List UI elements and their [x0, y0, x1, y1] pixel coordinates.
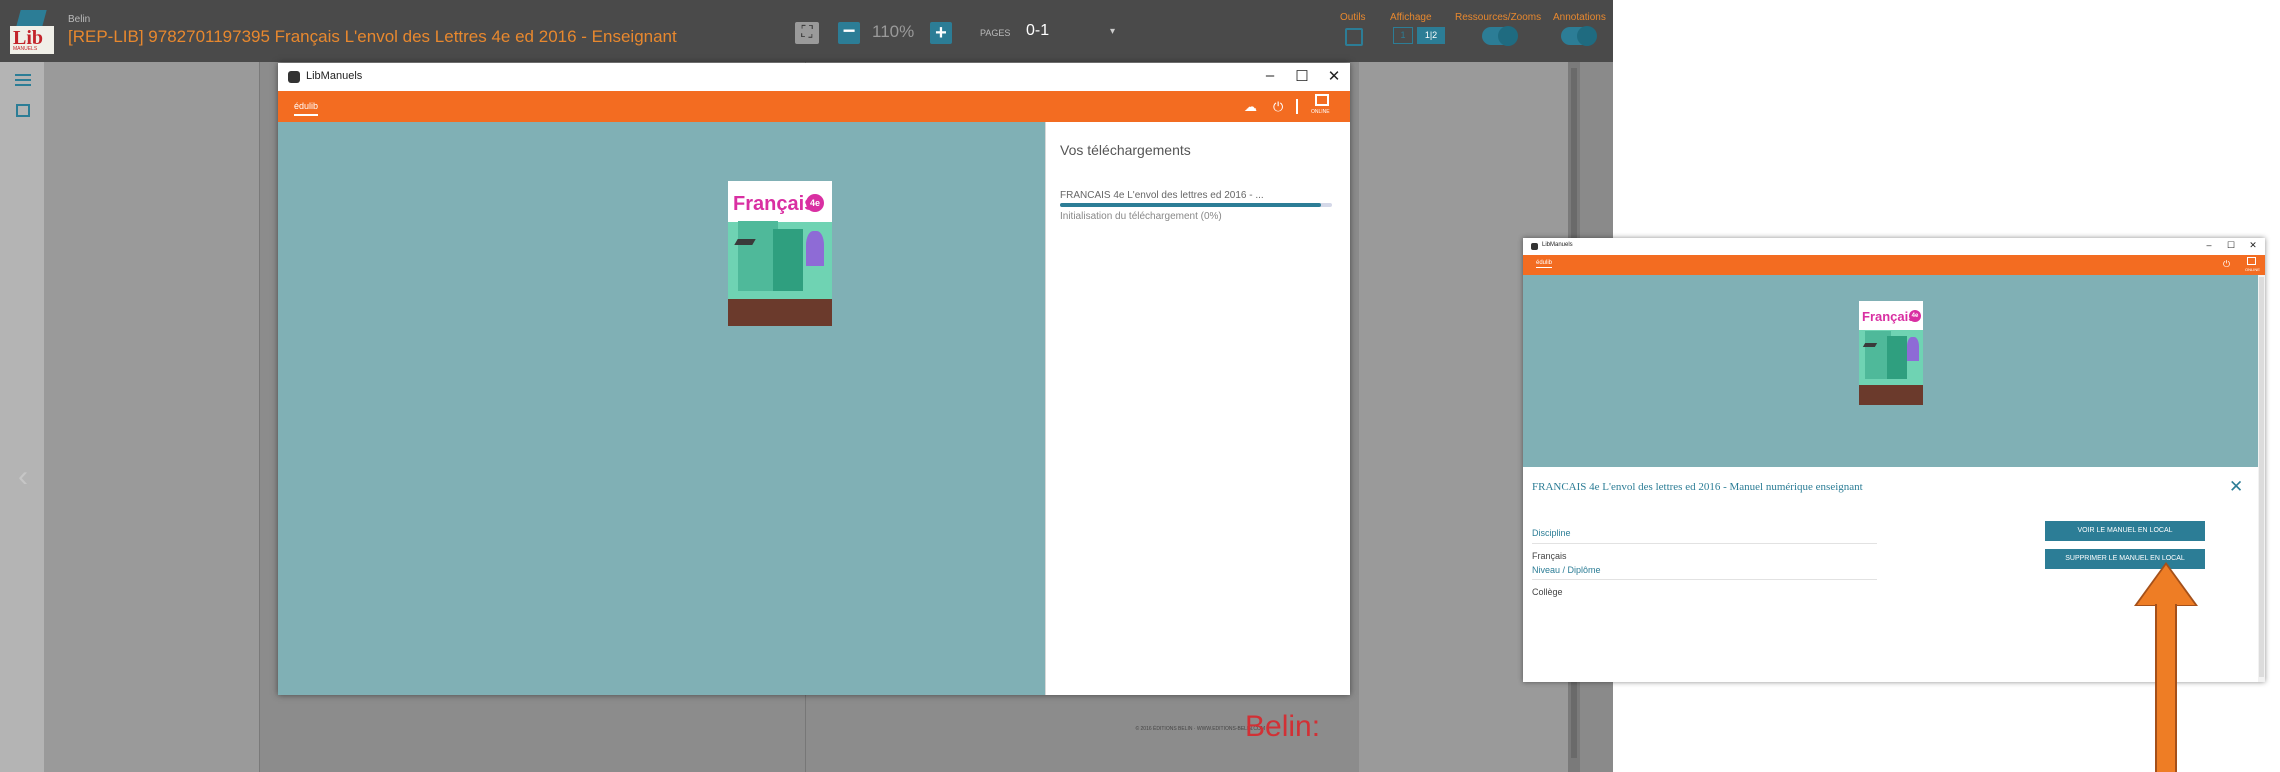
- window-scrollbar[interactable]: [2258, 275, 2265, 682]
- download-icon[interactable]: ☁: [1244, 99, 1257, 115]
- screenshot-root: Lib MANUELS Belin [REP-LIB] 978270119739…: [0, 0, 2280, 772]
- minimize-button[interactable]: –: [2203, 240, 2215, 250]
- cover-ground: [1859, 385, 1923, 405]
- app-icon: [1531, 243, 1538, 250]
- online-icon: [1315, 94, 1329, 106]
- cover-title: Français: [733, 193, 816, 215]
- app-header-bar: édulib ⏻ ONLINE: [1523, 255, 2265, 275]
- double-page-button[interactable]: 1|2: [1417, 27, 1445, 44]
- app-icon: [288, 71, 300, 83]
- divider: [1532, 579, 1877, 580]
- toggle-knob: [1577, 26, 1597, 46]
- online-label: ONLINE: [2245, 267, 2260, 272]
- download-progress-fill: [1060, 203, 1322, 207]
- annotation-arrow-shaft: [2155, 604, 2177, 772]
- annotations-toggle[interactable]: [1561, 26, 1597, 46]
- cover-door: [806, 231, 824, 266]
- cover-bird: [1862, 343, 1878, 347]
- cover-ground: [728, 299, 832, 326]
- close-button[interactable]: ✕: [2247, 240, 2259, 251]
- minimize-button[interactable]: –: [1260, 67, 1280, 84]
- voir-manuel-local-button[interactable]: VOIR LE MANUEL EN LOCAL: [2045, 521, 2205, 541]
- library-area: Français 4e: [278, 122, 1045, 695]
- reader-left-nav: ‹: [0, 62, 44, 772]
- tab-edulib[interactable]: édulib: [1536, 260, 1553, 268]
- cover-building: [1887, 336, 1907, 379]
- online-icon: [2247, 257, 2256, 265]
- single-page-button[interactable]: 1: [1393, 27, 1413, 44]
- downloads-panel: Vos téléchargements FRANCAIS 4e L'envol …: [1045, 122, 1350, 695]
- outils-icon[interactable]: [1345, 28, 1363, 46]
- niveau-label: Niveau / Diplôme: [1532, 565, 1601, 575]
- download-progress-bar: [1060, 203, 1332, 207]
- niveau-value: Collège: [1532, 587, 1563, 597]
- maximize-button[interactable]: ☐: [2225, 240, 2237, 251]
- window-title: LibManuels: [1542, 242, 1573, 248]
- logo-subtext: MANUELS: [13, 46, 38, 52]
- cover-building: [773, 229, 803, 291]
- zoom-level: 110%: [872, 22, 915, 41]
- ressources-label: Ressources/Zooms: [1455, 12, 1542, 23]
- affichage-label: Affichage: [1390, 12, 1432, 23]
- reader-topbar: Lib MANUELS Belin [REP-LIB] 978270119739…: [0, 0, 1613, 62]
- cover-grade-badge: 4e: [806, 194, 824, 212]
- book-cover[interactable]: Français 4e: [728, 181, 832, 326]
- divider: [1532, 543, 1877, 544]
- cover-bird: [734, 239, 756, 245]
- close-button[interactable]: ✕: [1324, 67, 1344, 85]
- book-details-title: FRANCAIS 4e L'envol des lettres ed 2016 …: [1532, 481, 1863, 493]
- app-header-bar: édulib ☁ ⏻ ONLINE: [278, 91, 1350, 122]
- online-status: ONLINE: [2245, 257, 2260, 273]
- chevron-down-icon[interactable]: ▾: [1110, 26, 1115, 37]
- zoom-in-button[interactable]: +: [930, 22, 952, 44]
- ressources-toggle[interactable]: [1482, 26, 1518, 46]
- discipline-label: Discipline: [1532, 528, 1571, 538]
- downloads-title: Vos téléchargements: [1060, 142, 1191, 158]
- doc-title: [REP-LIB] 9782701197395 Français L'envol…: [68, 27, 677, 46]
- cover-building: [738, 221, 778, 291]
- cover-door: [1907, 337, 1919, 361]
- fullscreen-icon[interactable]: ⛶: [795, 22, 819, 44]
- toggle-knob: [1498, 26, 1518, 46]
- tab-edulib[interactable]: édulib: [294, 101, 319, 116]
- zoom-out-button[interactable]: −: [838, 20, 860, 44]
- belin-logo: Belin:: [1245, 710, 1321, 743]
- cover-grade-badge: 4e: [1909, 310, 1921, 322]
- cover-title: Français: [1862, 309, 1916, 324]
- header-separator: [1296, 99, 1298, 114]
- pages-select[interactable]: 0-1: [1026, 22, 1049, 40]
- annotations-label: Annotations: [1553, 12, 1606, 23]
- discipline-value: Français: [1532, 551, 1567, 561]
- doc-kicker: Belin: [68, 14, 91, 25]
- window-titlebar: LibManuels – ☐ ✕: [278, 63, 1350, 91]
- outils-label: Outils: [1340, 12, 1366, 23]
- annotation-arrow-head: [2137, 565, 2195, 605]
- list-icon[interactable]: [15, 74, 31, 86]
- library-area: Français 4e: [1523, 275, 2258, 467]
- pages-label: PAGES: [980, 28, 1011, 38]
- scrollbar-thumb[interactable]: [2259, 277, 2264, 677]
- libmanuels-logo: Lib MANUELS: [10, 10, 54, 54]
- download-item-title: FRANCAIS 4e L'envol des lettres ed 2016 …: [1060, 190, 1264, 201]
- power-icon[interactable]: ⏻: [2223, 259, 2230, 270]
- image-icon[interactable]: [16, 104, 30, 117]
- download-status: Initialisation du téléchargement (0%): [1060, 211, 1222, 222]
- previous-page-icon[interactable]: ‹: [18, 460, 28, 494]
- close-icon[interactable]: ✕: [2229, 477, 2243, 497]
- window-title: LibManuels: [306, 70, 363, 82]
- libmanuels-window: LibManuels – ☐ ✕ édulib ☁ ⏻ ONLINE Franç…: [278, 63, 1350, 695]
- maximize-button[interactable]: ☐: [1292, 67, 1312, 85]
- book-cover[interactable]: Français 4e: [1859, 301, 1923, 405]
- online-label: ONLINE: [1311, 109, 1330, 115]
- online-status: ONLINE: [1311, 94, 1334, 118]
- window-titlebar: LibManuels – ☐ ✕: [1523, 238, 2265, 255]
- libmanuels-window-small: LibManuels – ☐ ✕ édulib ⏻ ONLINE Françai…: [1523, 238, 2265, 682]
- power-icon[interactable]: ⏻: [1273, 99, 1283, 115]
